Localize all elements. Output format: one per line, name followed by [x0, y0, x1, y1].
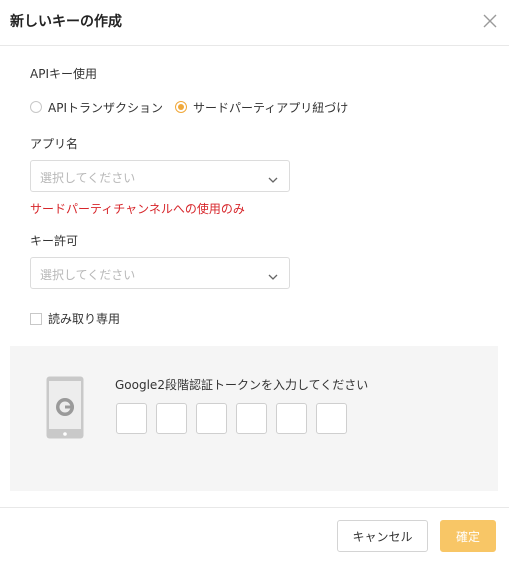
key-permission-label: キー許可: [30, 234, 79, 248]
dialog-title: 新しいキーの作成: [10, 14, 122, 30]
code-digit-1-input[interactable]: [116, 403, 147, 434]
api-usage-label: APIキー使用: [30, 67, 97, 81]
radio-api-transaction-label: APIトランザクション: [48, 100, 163, 115]
read-only-label: 読み取り専用: [48, 312, 121, 326]
code-digit-5-input[interactable]: [276, 403, 307, 434]
app-name-warning: サードパーティチャンネルへの使用のみ: [30, 202, 245, 216]
radio-third-party-app-label: サードパーティアプリ紐づけ: [193, 100, 349, 115]
api-usage-radio-group: APIトランザクション サードパーティアプリ紐づけ: [30, 98, 360, 116]
dialog-header: 新しいキーの作成: [0, 0, 509, 46]
app-name-placeholder: 選択してください: [40, 171, 136, 185]
app-name-select[interactable]: 選択してください: [30, 160, 290, 192]
dialog-footer-divider: [0, 507, 509, 508]
phone-icon: [46, 376, 84, 439]
create-key-dialog: 新しいキーの作成 APIキー使用 APIトランザクション サードパーティアプリ紐…: [0, 0, 509, 561]
code-digit-3-input[interactable]: [196, 403, 227, 434]
code-digit-2-input[interactable]: [156, 403, 187, 434]
confirm-button[interactable]: 確定: [440, 520, 496, 552]
app-name-label: アプリ名: [30, 137, 79, 151]
chevron-down-icon: [267, 171, 279, 183]
google-auth-panel: Google2段階認証トークンを入力してください: [10, 346, 498, 491]
radio-third-party-app[interactable]: サードパーティアプリ紐づけ: [175, 99, 348, 116]
read-only-option[interactable]: 読み取り専用: [30, 310, 120, 327]
radio-api-transaction[interactable]: APIトランザクション: [30, 99, 163, 116]
radio-third-party-app-indicator[interactable]: [175, 101, 187, 113]
google-auth-prompt: Google2段階認証トークンを入力してください: [115, 378, 369, 392]
cancel-button[interactable]: キャンセル: [337, 520, 428, 552]
chevron-down-icon: [267, 268, 279, 280]
close-icon[interactable]: [480, 11, 500, 31]
read-only-checkbox[interactable]: [30, 312, 42, 325]
key-permission-placeholder: 選択してください: [40, 268, 136, 282]
code-digit-6-input[interactable]: [316, 403, 347, 434]
key-permission-select[interactable]: 選択してください: [30, 257, 290, 289]
code-digit-4-input[interactable]: [236, 403, 267, 434]
radio-api-transaction-indicator[interactable]: [30, 101, 42, 113]
